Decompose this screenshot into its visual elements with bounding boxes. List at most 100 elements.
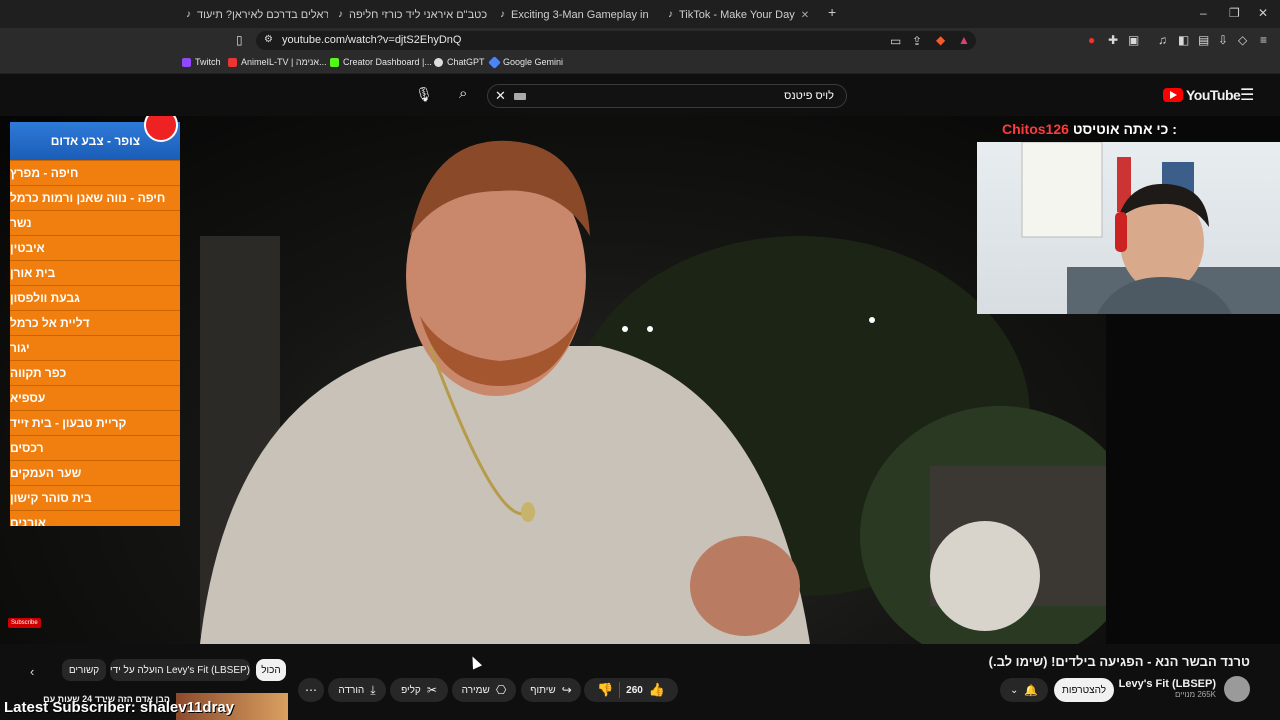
- youtube-play-icon: [1163, 88, 1183, 102]
- webcam-frame: [1021, 142, 1280, 314]
- alert-city: שער העמקים: [10, 460, 180, 485]
- url-text: youtube.com/watch?v=djtS2EhyDnQ: [282, 34, 462, 46]
- chip-related[interactable]: קשורים: [62, 659, 106, 681]
- dislike-icon[interactable]: 👎: [597, 682, 613, 698]
- browser-tab[interactable]: ♪ טילים ישראלים בדרכם לאיראן? תיעוד: [186, 4, 328, 26]
- bookmark-chatgpt[interactable]: ChatGPT: [434, 57, 485, 67]
- like-dislike-group: 👎 260 👍: [584, 678, 678, 702]
- alert-city: אורנים: [10, 510, 180, 526]
- download-icon[interactable]: ⇩: [1218, 33, 1228, 47]
- address-bar[interactable]: ⚙ youtube.com/watch?v=djtS2EhyDnQ ▭ ⇪ ◆ …: [256, 31, 976, 50]
- clip-button[interactable]: קליפ ✂: [390, 678, 448, 702]
- alert-city: איבטין: [10, 235, 180, 260]
- like-count: 260: [626, 684, 643, 696]
- like-icon[interactable]: 👍: [649, 682, 665, 698]
- microphone-icon[interactable]: 🎙: [414, 86, 434, 106]
- download-button[interactable]: הורדה ⤓: [328, 678, 386, 702]
- chatgpt-icon: [434, 57, 443, 67]
- channel-info: Levy's Fit (LBSEP) 265K מנויים: [1119, 678, 1216, 699]
- more-actions-button[interactable]: ⋯: [298, 678, 324, 702]
- alert-city: בית סוהר קישון: [10, 485, 180, 510]
- video-player[interactable]: צופר - צבע אדום חיפה - מפרץ חיפה - נווה …: [0, 116, 1106, 644]
- browser-tab[interactable]: ♪ ירוט כטב"ם איראני ליד כורזי חליפה: [338, 4, 490, 26]
- minimize-button[interactable]: –: [1200, 6, 1207, 20]
- donor-name: Chitos126: [1002, 121, 1069, 137]
- chevron-down-icon: ⌄: [1009, 684, 1019, 696]
- bookmark-icon: ⎔: [495, 683, 507, 697]
- anime-icon: [228, 57, 237, 67]
- tiktok-icon: ♪: [668, 9, 673, 20]
- alert-city: דליית אל כרמל: [10, 310, 180, 335]
- search-icon[interactable]: ⌕: [459, 85, 467, 102]
- alert-city: בית אורן: [10, 260, 180, 285]
- rewards-icon[interactable]: ▲: [958, 33, 970, 47]
- tiktok-icon: ♪: [500, 9, 505, 20]
- screenshot-icon[interactable]: ▣: [1128, 33, 1139, 47]
- bell-icon: 🔔: [1024, 684, 1039, 697]
- extensions-icon[interactable]: ✚: [1108, 33, 1118, 47]
- keyboard-icon[interactable]: [514, 93, 526, 100]
- chevron-left-icon[interactable]: ‹: [30, 664, 34, 679]
- alert-city: חיפה - נווה שאנן ורמות כרמל: [10, 185, 180, 210]
- browser-tab[interactable]: ♪ Exciting 3-Man Gameplay in Marvel: [500, 4, 650, 26]
- gemini-icon: [488, 55, 501, 69]
- clear-search-icon[interactable]: ✕: [495, 88, 506, 104]
- share-icon: ↪: [561, 683, 572, 697]
- extension-icon[interactable]: ●: [1088, 33, 1095, 47]
- vpn-icon[interactable]: ◇: [1238, 33, 1247, 47]
- search-input[interactable]: ✕ לויס פיטנס: [487, 84, 847, 108]
- mouse-cursor: [467, 654, 483, 670]
- share-icon[interactable]: ⇪: [912, 34, 922, 48]
- download-icon: ⤓: [370, 682, 376, 697]
- channel-avatar[interactable]: [1224, 676, 1250, 702]
- chip-all[interactable]: הכול: [256, 659, 286, 681]
- kick-icon: [330, 57, 339, 67]
- share-button[interactable]: שיתוף ↪: [521, 678, 581, 702]
- alert-city: גבעת וולפסון: [10, 285, 180, 310]
- youtube-header: 🎙 ⌕ ✕ לויס פיטנס YouTube ☰: [0, 74, 1280, 116]
- video-title: טרנד הבשר הנא - הפגיעה בילדים! (שימו לב.…: [988, 654, 1250, 669]
- bookmark-creator-dashboard[interactable]: Creator Dashboard |...: [330, 57, 432, 67]
- wallet-icon[interactable]: ▤: [1198, 33, 1209, 47]
- site-info-icon[interactable]: ⚙: [264, 34, 273, 45]
- subscribed-notifications-button[interactable]: ⌄ 🔔: [1000, 678, 1048, 702]
- subscriber-count: 265K מנויים: [1174, 690, 1216, 699]
- browser-tab[interactable]: ♪ TikTok - Make Your Day ✕: [668, 4, 808, 26]
- hamburger-menu-icon[interactable]: ☰: [1240, 85, 1254, 105]
- youtube-logo[interactable]: YouTube: [1163, 87, 1241, 103]
- red-alert-panel: צופר - צבע אדום חיפה - מפרץ חיפה - נווה …: [10, 122, 180, 526]
- bookmark-animeil[interactable]: AnimeIL-TV | אנימה...: [228, 57, 327, 67]
- alert-city: עספיא: [10, 385, 180, 410]
- channel-name[interactable]: Levy's Fit (LBSEP): [1119, 678, 1216, 690]
- menu-icon[interactable]: ≡: [1260, 33, 1267, 47]
- latest-subscriber-overlay: Latest Subscriber: shalev11dray: [4, 699, 235, 716]
- bookmark-twitch[interactable]: Twitch: [182, 57, 221, 67]
- alert-city: רכסים: [10, 435, 180, 460]
- alert-city: חיפה - מפרץ: [10, 160, 180, 185]
- close-window-button[interactable]: ✕: [1258, 6, 1268, 20]
- sidebar-icon[interactable]: ◧: [1178, 33, 1189, 47]
- browser-toolbar: ▯ ⚙ youtube.com/watch?v=djtS2EhyDnQ ▭ ⇪ …: [0, 28, 1280, 52]
- alert-city: כפר תקווה: [10, 360, 180, 385]
- tiktok-icon: ♪: [338, 9, 343, 20]
- streamer-webcam: [977, 142, 1280, 314]
- chip-uploaded-by[interactable]: הועלה על ידי Levy's Fit (LBSEP): [110, 659, 250, 681]
- browser-tab-bar: ♪ טילים ישראלים בדרכם לאיראן? תיעוד ♪ יר…: [0, 0, 1280, 28]
- close-tab-icon[interactable]: ✕: [801, 10, 808, 21]
- join-button[interactable]: להצטרפות: [1054, 678, 1114, 702]
- brave-shield-icon[interactable]: ◆: [936, 33, 945, 47]
- new-tab-button[interactable]: +: [828, 4, 836, 20]
- bookmarks-bar: Twitch AnimeIL-TV | אנימה... Creator Das…: [0, 52, 1280, 74]
- alert-city: קריית טבעון - בית זייד: [10, 410, 180, 435]
- tiktok-icon: ♪: [186, 9, 191, 20]
- bookmark-gemini[interactable]: Google Gemini: [488, 55, 563, 69]
- alert-city: יגור: [10, 335, 180, 360]
- subscribe-badge: Subscribe: [8, 618, 41, 628]
- maximize-button[interactable]: ❐: [1229, 6, 1240, 20]
- music-icon[interactable]: ♫: [1158, 33, 1167, 47]
- bookmark-icon[interactable]: ▯: [236, 33, 243, 47]
- cast-icon[interactable]: ▭: [890, 34, 901, 48]
- twitch-icon: [182, 57, 191, 67]
- save-button[interactable]: שמירה ⎔: [452, 678, 516, 702]
- alert-city: נשר: [10, 210, 180, 235]
